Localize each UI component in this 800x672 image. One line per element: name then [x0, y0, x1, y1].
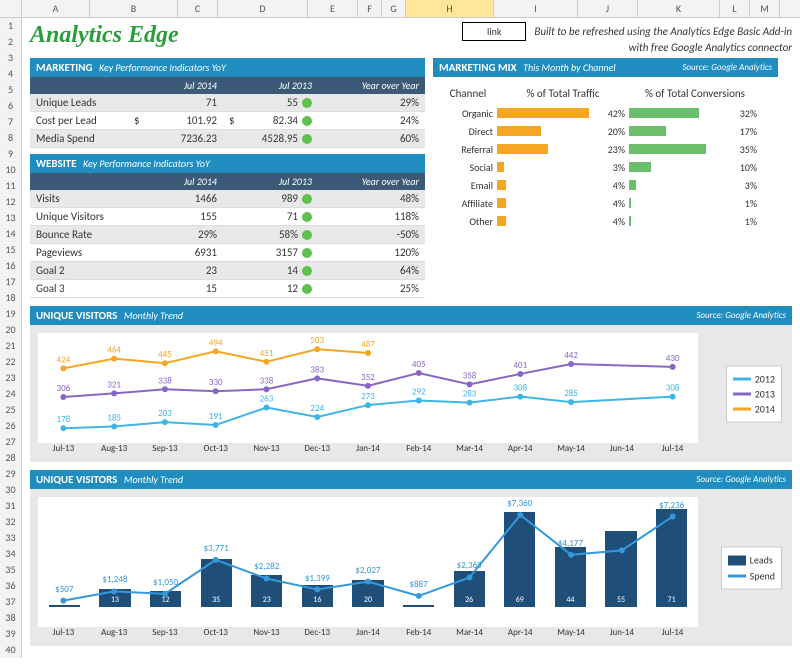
- svg-text:464: 464: [107, 345, 121, 356]
- svg-text:273: 273: [361, 391, 375, 402]
- svg-text:224: 224: [310, 403, 324, 414]
- table-row[interactable]: Goal 3151225%: [30, 280, 425, 298]
- tagline-2: with free Google Analytics connector: [462, 41, 792, 54]
- column-headers[interactable]: ABCDEFGHIJKLM: [0, 0, 800, 18]
- svg-text:424: 424: [57, 354, 71, 365]
- svg-text:358: 358: [463, 370, 477, 381]
- svg-text:292: 292: [412, 386, 426, 397]
- svg-text:383: 383: [310, 364, 324, 375]
- table-row[interactable]: Goal 2231464%: [30, 262, 425, 280]
- mix-row: Organic42%32%: [439, 104, 772, 122]
- marketing-panel-header: MARKETING Key Performance Indicators YoY: [30, 58, 425, 77]
- svg-text:285: 285: [564, 388, 578, 399]
- table-row[interactable]: Bounce Rate29%58%-50%: [30, 226, 425, 244]
- svg-text:405: 405: [412, 359, 426, 370]
- mix-row: Direct20%17%: [439, 122, 772, 140]
- svg-text:338: 338: [158, 375, 172, 386]
- mix-columns: Channel % of Total Traffic % of Total Co…: [439, 87, 772, 100]
- link-button[interactable]: link: [462, 22, 526, 41]
- trend-legend: 201220132014: [726, 365, 782, 422]
- table-row[interactable]: Visits146698948%: [30, 190, 425, 208]
- website-panel-header: WEBSITE Key Performance Indicators YoY: [30, 154, 425, 173]
- table-row[interactable]: Cost per Lead$101.92$82.3424%: [30, 112, 425, 130]
- bar-legend: LeadsSpend: [721, 546, 782, 589]
- svg-text:330: 330: [209, 377, 223, 388]
- svg-text:203: 203: [158, 408, 172, 419]
- page-title: Analytics Edge: [30, 22, 179, 49]
- svg-text:401: 401: [513, 360, 527, 371]
- mix-row: Social3%10%: [439, 158, 772, 176]
- mix-row: Other4%1%: [439, 212, 772, 230]
- website-subheader: Jul 2014 Jul 2013 Year over Year: [30, 173, 425, 190]
- table-row[interactable]: Media Spend7236.234528.9560%: [30, 130, 425, 148]
- svg-text:321: 321: [107, 379, 121, 390]
- mix-row: Affiliate4%1%: [439, 194, 772, 212]
- svg-text:487: 487: [361, 339, 375, 350]
- svg-text:263: 263: [260, 394, 274, 405]
- svg-text:191: 191: [209, 411, 223, 422]
- svg-text:430: 430: [666, 353, 680, 364]
- svg-text:494: 494: [209, 337, 223, 348]
- leads-bar-chart: $507$1,24813$1,05012$3,77135$2,28223$1,3…: [38, 497, 698, 607]
- table-row[interactable]: Pageviews69313157120%: [30, 244, 425, 262]
- svg-text:308: 308: [513, 383, 527, 394]
- row-numbers[interactable]: 1234567891011121314151617181920212223242…: [0, 18, 22, 658]
- svg-text:445: 445: [158, 349, 172, 360]
- svg-text:178: 178: [57, 414, 71, 425]
- mix-row: Email4%3%: [439, 176, 772, 194]
- svg-text:185: 185: [107, 412, 121, 423]
- svg-text:503: 503: [310, 335, 324, 346]
- trend-line-chart: 178 185 203 191 263 224 273 292 283 308 285 308 306 3…: [38, 333, 698, 443]
- svg-text:451: 451: [260, 348, 274, 359]
- table-row[interactable]: Unique Leads715529%: [30, 94, 425, 112]
- leads-spend-panel: UNIQUE VISITORS Monthly Trend Source: Go…: [30, 470, 792, 646]
- svg-text:306: 306: [57, 383, 71, 394]
- tagline-1: Built to be refreshed using the Analytic…: [534, 25, 792, 38]
- table-row[interactable]: Unique Visitors15571118%: [30, 208, 425, 226]
- marketing-subheader: Jul 2014 Jul 2013 Year over Year: [30, 77, 425, 94]
- svg-text:283: 283: [463, 389, 477, 400]
- svg-text:352: 352: [361, 372, 375, 383]
- unique-visitors-trend-panel: UNIQUE VISITORS Monthly Trend Source: Go…: [30, 306, 792, 462]
- svg-text:442: 442: [564, 350, 578, 361]
- svg-text:308: 308: [666, 383, 680, 394]
- mix-row: Referral23%35%: [439, 140, 772, 158]
- svg-text:338: 338: [260, 375, 274, 386]
- mix-panel-header: MARKETING MIX This Month by Channel Sour…: [433, 58, 778, 77]
